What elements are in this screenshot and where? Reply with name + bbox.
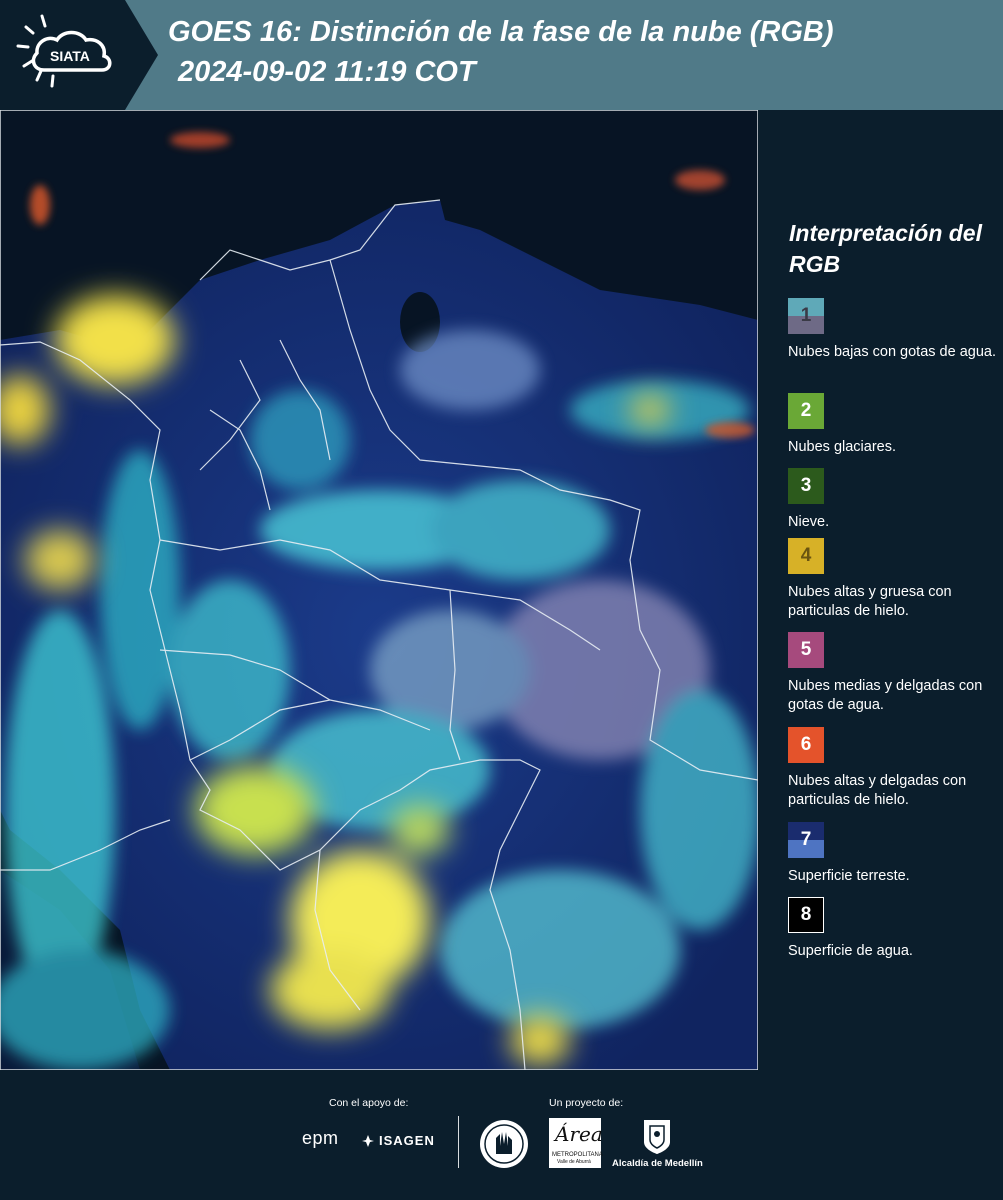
legend-item: 6 Nubes altas y delgadas con particulas d… xyxy=(788,727,998,810)
isagen-mark-icon xyxy=(362,1134,374,1147)
legend-number: 5 xyxy=(800,639,812,660)
legend-label: Superficie de agua. xyxy=(788,943,913,959)
legend-swatch: 7 xyxy=(788,822,824,858)
legend-label: Nubes altas y delgadas con particulas de… xyxy=(788,773,967,808)
legend-swatch: 2 xyxy=(788,393,824,429)
legend-number: 8 xyxy=(800,904,812,925)
page-title: GOES 16: Distinción de la fase de la nub… xyxy=(168,16,834,48)
legend-number: 7 xyxy=(800,829,812,850)
area-logo-main: Área xyxy=(555,1122,603,1146)
isagen-logo: ISAGEN xyxy=(361,1133,435,1148)
legend-swatch: 1 xyxy=(788,298,824,334)
alcaldia-medellin-logo: Alcaldía de Medellín xyxy=(612,1118,703,1170)
legend-item: 1 Nubes bajas con gotas de agua. xyxy=(788,298,998,362)
legend-label: Superficie terreste. xyxy=(788,868,910,884)
footer: Con el apoyo de: Un proyecto de: epm ISA… xyxy=(0,1070,1003,1200)
project-caption: Un proyecto de: xyxy=(549,1097,624,1109)
legend-item: 8 Superficie de agua. xyxy=(788,897,998,961)
legend-item: 3 Nieve. xyxy=(788,468,998,532)
legend-number: 1 xyxy=(800,305,812,326)
legend-swatch: 8 xyxy=(788,897,824,933)
area-metropolitana-logo: Área METROPOLITANA Valle de Aburrá xyxy=(549,1118,603,1168)
legend-number: 4 xyxy=(800,545,812,566)
legend-label: Nubes altas y gruesa con particulas de h… xyxy=(788,584,952,619)
legend-item: 7 Superficie terreste. xyxy=(788,822,998,886)
legend-item: 5 Nubes medias y delgadas con gotas de ag… xyxy=(788,632,998,715)
university-seal-icon xyxy=(480,1120,528,1168)
isagen-text: ISAGEN xyxy=(379,1133,435,1148)
legend-item: 2 Nubes glaciares. xyxy=(788,393,998,457)
medellin-shield-icon xyxy=(644,1120,670,1154)
legend-number: 6 xyxy=(800,734,812,755)
area-logo-line2: Valle de Aburrá xyxy=(557,1159,591,1165)
support-caption: Con el apoyo de: xyxy=(329,1097,409,1109)
siata-logo: SIATA xyxy=(0,0,160,110)
legend-swatch: 4 xyxy=(788,538,824,574)
legend-label: Nubes medias y delgadas con gotas de agu… xyxy=(788,678,983,713)
timestamp: 2024-09-02 11:19 COT xyxy=(178,56,476,88)
legend-panel: Interpretación del RGB 1 Nubes bajas con … xyxy=(758,110,1003,1070)
legend-swatch: 3 xyxy=(788,468,824,504)
siata-logo-text: SIATA xyxy=(50,48,90,64)
legend-label: Nubes bajas con gotas de agua. xyxy=(788,344,996,360)
satellite-map xyxy=(0,110,758,1070)
legend-title: Interpretación del RGB xyxy=(789,220,982,277)
footer-divider xyxy=(458,1116,459,1168)
legend-label: Nieve. xyxy=(788,514,830,530)
legend-label: Nubes glaciares. xyxy=(788,439,896,455)
legend-swatch: 6 xyxy=(788,727,824,763)
legend-number: 2 xyxy=(800,400,812,421)
legend-number: 3 xyxy=(800,475,812,496)
legend-swatch: 5 xyxy=(788,632,824,668)
epm-logo: epm xyxy=(302,1128,339,1148)
header-bar: SIATA GOES 16: Distinción de la fase de … xyxy=(0,0,1003,110)
medellin-text: Alcaldía de Medellín xyxy=(612,1158,703,1169)
legend-item: 4 Nubes altas y gruesa con particulas de … xyxy=(788,538,998,621)
area-logo-line1: METROPOLITANA xyxy=(552,1152,603,1158)
